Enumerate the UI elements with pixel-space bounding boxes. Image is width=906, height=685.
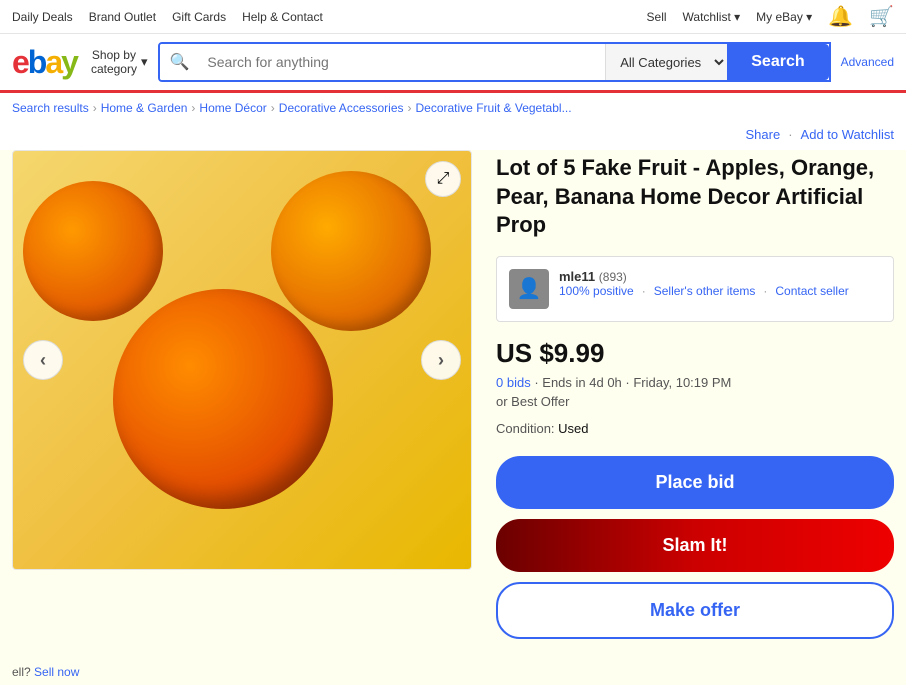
main-header: ebay Shop by category ▾ 🔍 All Categories… xyxy=(0,34,906,93)
seller-box: 👤 mle11 (893) 100% positive · Seller's o… xyxy=(496,256,894,322)
action-dot: · xyxy=(788,127,792,142)
share-link[interactable]: Share xyxy=(746,127,781,142)
fruit-main xyxy=(113,289,333,509)
chevron-down-icon: ▾ xyxy=(141,54,148,70)
bid-ends-info: · Ends in 4d 0h · Friday, 10:19 PM xyxy=(534,375,731,390)
breadcrumb-home-decor[interactable]: Home Décor xyxy=(199,101,266,115)
brand-outlet-link[interactable]: Brand Outlet xyxy=(89,10,156,24)
bids-link[interactable]: 0 bids xyxy=(496,375,531,390)
make-offer-button[interactable]: Make offer xyxy=(496,582,894,639)
product-image-area: ⤢ ‹ › xyxy=(12,150,472,570)
sell-footer: ell? Sell now xyxy=(0,659,906,685)
shop-by-category-button[interactable]: Shop by category ▾ xyxy=(91,48,148,77)
fruit-back-1 xyxy=(23,181,163,321)
best-offer-text: or Best Offer xyxy=(496,394,894,409)
seller-info: mle11 (893) 100% positive · Seller's oth… xyxy=(559,269,849,298)
expand-image-button[interactable]: ⤢ xyxy=(425,161,461,197)
category-select[interactable]: All Categories xyxy=(605,44,727,80)
breadcrumb-sep-1: › xyxy=(93,101,97,115)
my-ebay-link[interactable]: My eBay ▾ xyxy=(756,10,812,24)
add-to-watchlist-link[interactable]: Add to Watchlist xyxy=(801,127,894,142)
prev-image-button[interactable]: ‹ xyxy=(23,340,63,380)
condition-label: Condition: xyxy=(496,421,555,436)
top-nav-left: Daily Deals Brand Outlet Gift Cards Help… xyxy=(12,10,323,24)
breadcrumb: Search results › Home & Garden › Home Dé… xyxy=(0,93,906,123)
breadcrumb-home-garden[interactable]: Home & Garden xyxy=(101,101,188,115)
ebay-logo: ebay xyxy=(12,44,77,81)
condition-row: Condition: Used xyxy=(496,421,894,436)
search-bar: 🔍 All Categories Search xyxy=(158,42,831,82)
sell-now-link[interactable]: Sell now xyxy=(34,665,79,679)
condition-value: Used xyxy=(558,421,588,436)
product-details: Lot of 5 Fake Fruit - Apples, Orange, Pe… xyxy=(496,150,894,639)
help-contact-link[interactable]: Help & Contact xyxy=(242,10,323,24)
breadcrumb-sep-4: › xyxy=(408,101,412,115)
fruit-image-canvas xyxy=(13,151,471,569)
sell-footer-text: ell? xyxy=(12,665,31,679)
seller-rating: (893) xyxy=(599,270,627,284)
main-content: ⤢ ‹ › Lot of 5 Fake Fruit - Apples, Oran… xyxy=(0,150,906,659)
seller-name: mle11 xyxy=(559,269,595,284)
search-button[interactable]: Search xyxy=(727,44,828,80)
search-input[interactable] xyxy=(199,44,605,80)
product-price: US $9.99 xyxy=(496,338,894,369)
slam-it-button[interactable]: Slam It! xyxy=(496,519,894,572)
top-nav-right: Sell Watchlist ▾ My eBay ▾ 🔔 🛒 xyxy=(647,4,894,29)
daily-deals-link[interactable]: Daily Deals xyxy=(12,10,73,24)
bid-info: 0 bids · Ends in 4d 0h · Friday, 10:19 P… xyxy=(496,375,894,390)
breadcrumb-sep-3: › xyxy=(271,101,275,115)
breadcrumb-sep-2: › xyxy=(191,101,195,115)
place-bid-button[interactable]: Place bid xyxy=(496,456,894,509)
breadcrumb-decorative-accessories[interactable]: Decorative Accessories xyxy=(279,101,404,115)
advanced-search-link[interactable]: Advanced xyxy=(841,55,894,69)
watchlist-link[interactable]: Watchlist ▾ xyxy=(683,10,741,24)
seller-avatar: 👤 xyxy=(509,269,549,309)
seller-links: 100% positive · Seller's other items · C… xyxy=(559,284,849,298)
gift-cards-link[interactable]: Gift Cards xyxy=(172,10,226,24)
notifications-button[interactable]: 🔔 xyxy=(828,4,853,29)
breadcrumb-search-results[interactable]: Search results xyxy=(12,101,89,115)
seller-positive-link[interactable]: 100% positive xyxy=(559,284,634,298)
action-row: Share · Add to Watchlist xyxy=(0,123,906,150)
next-image-button[interactable]: › xyxy=(421,340,461,380)
cart-button[interactable]: 🛒 xyxy=(869,4,894,29)
fruit-back-2 xyxy=(271,171,431,331)
main-product-image xyxy=(13,151,471,569)
seller-name-rating: mle11 (893) xyxy=(559,269,849,284)
sell-link[interactable]: Sell xyxy=(647,10,667,24)
top-nav: Daily Deals Brand Outlet Gift Cards Help… xyxy=(0,0,906,34)
search-icon: 🔍 xyxy=(160,44,200,80)
contact-seller-link[interactable]: Contact seller xyxy=(775,284,848,298)
seller-other-items-link[interactable]: Seller's other items xyxy=(654,284,756,298)
breadcrumb-decorative-fruit[interactable]: Decorative Fruit & Vegetabl... xyxy=(416,101,572,115)
product-title: Lot of 5 Fake Fruit - Apples, Orange, Pe… xyxy=(496,154,894,240)
